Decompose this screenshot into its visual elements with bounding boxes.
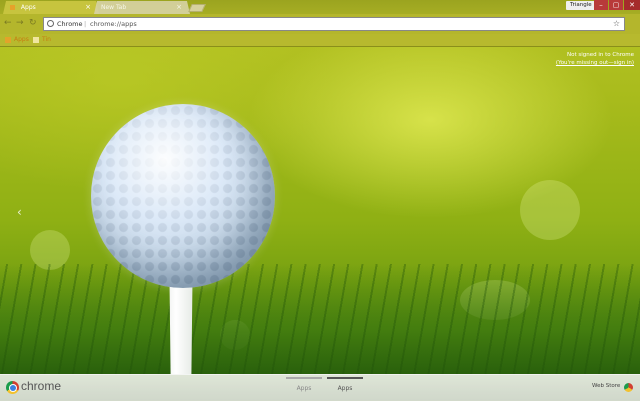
forward-icon[interactable]: → bbox=[16, 18, 24, 28]
page-switcher-tab[interactable]: Apps bbox=[286, 377, 322, 399]
tab-title: New Tab bbox=[101, 4, 127, 11]
tab-apps[interactable]: Apps × bbox=[3, 1, 99, 14]
signin-promo[interactable]: Not signed in to Chrome (You're missing … bbox=[556, 51, 634, 67]
apps-page-footer: chrome Apps Apps Web Store bbox=[0, 374, 640, 401]
apps-favicon-icon bbox=[10, 5, 15, 10]
url-text[interactable]: chrome://apps bbox=[90, 18, 137, 30]
page-switcher-tab[interactable]: Apps bbox=[327, 377, 363, 399]
chrome-page-icon bbox=[47, 20, 54, 27]
bookmark-label: Apps bbox=[14, 36, 29, 43]
maximize-button[interactable]: ▢ bbox=[609, 0, 623, 10]
theme-background bbox=[0, 0, 640, 400]
minimize-button[interactable]: – bbox=[594, 0, 608, 10]
grass bbox=[0, 264, 640, 374]
apps-grid-icon bbox=[5, 36, 11, 43]
new-tab-button[interactable] bbox=[188, 4, 206, 12]
tab-close-icon[interactable]: × bbox=[85, 1, 91, 14]
back-icon[interactable]: ← bbox=[4, 18, 12, 28]
tab-title: Apps bbox=[20, 4, 36, 11]
reload-icon[interactable]: ↻ bbox=[29, 18, 37, 28]
bookmark-label: Tin bbox=[42, 36, 51, 43]
bokeh-light bbox=[520, 180, 580, 240]
golf-ball bbox=[91, 104, 275, 288]
web-store-link[interactable]: Web Store bbox=[592, 383, 620, 389]
bookmark-apps[interactable]: Apps bbox=[5, 35, 29, 45]
bookmarks-bar: Apps Tin bbox=[0, 34, 640, 47]
prev-page-arrow-icon[interactable]: ‹ bbox=[17, 205, 22, 219]
chrome-wordmark: chrome bbox=[21, 379, 62, 393]
chrome-logo-icon bbox=[6, 381, 19, 394]
folder-icon bbox=[33, 36, 39, 43]
web-store-icon[interactable] bbox=[624, 383, 633, 392]
tab-strip: Apps × New Tab × Triangle – ▢ ✕ bbox=[0, 0, 640, 14]
separator: | bbox=[84, 20, 87, 28]
bookmark-tin[interactable]: Tin bbox=[33, 35, 51, 45]
tab-new-tab[interactable]: New Tab × bbox=[94, 1, 190, 14]
signin-link[interactable]: (You're missing out—sign in) bbox=[556, 59, 634, 67]
bookmark-star-icon[interactable]: ☆ bbox=[613, 18, 620, 30]
close-window-button[interactable]: ✕ bbox=[624, 0, 640, 10]
tab-close-icon[interactable]: × bbox=[176, 1, 182, 14]
signin-status: Not signed in to Chrome bbox=[567, 52, 634, 58]
address-bar[interactable]: Chrome | chrome://apps ☆ bbox=[43, 17, 625, 31]
site-label: Chrome bbox=[57, 20, 83, 28]
profile-button[interactable]: Triangle bbox=[566, 1, 596, 10]
